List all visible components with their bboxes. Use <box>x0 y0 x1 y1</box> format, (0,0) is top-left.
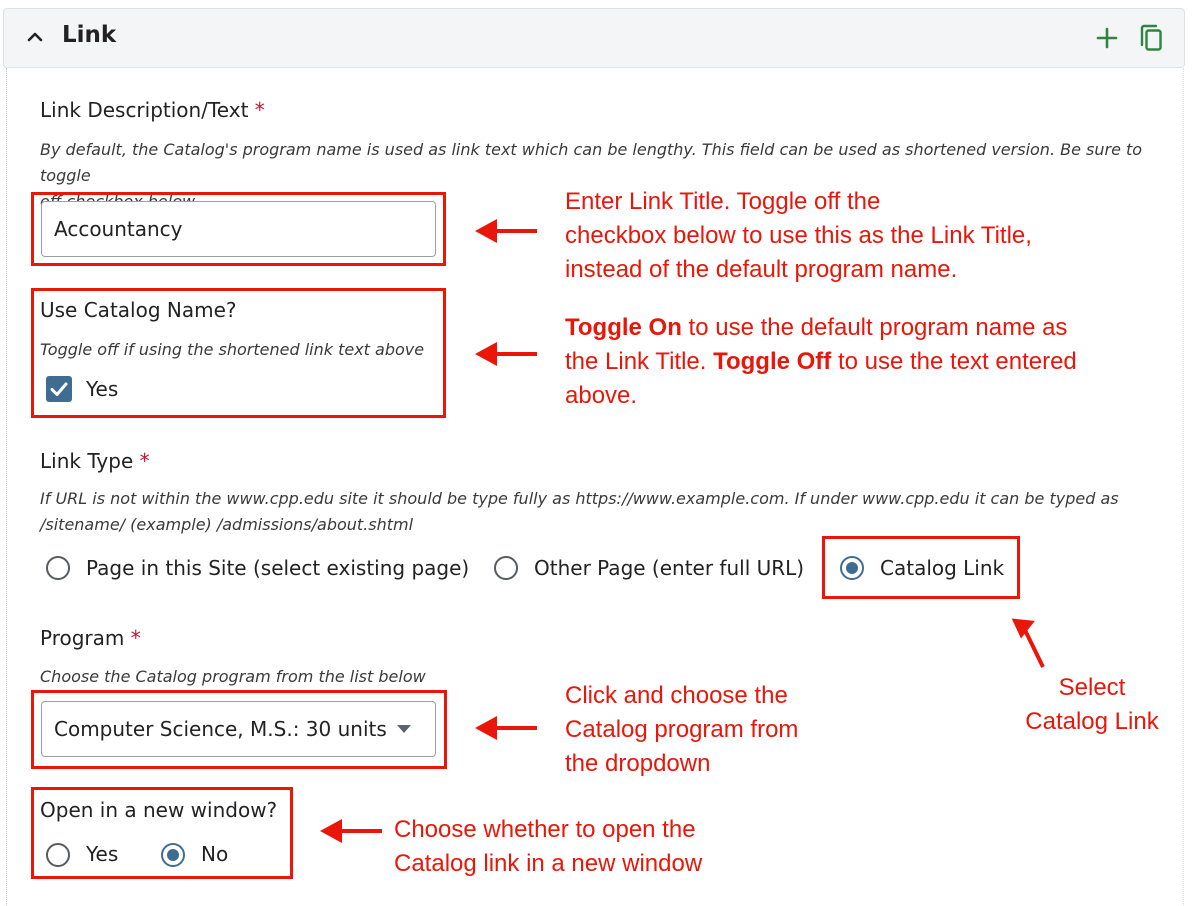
chevron-up-icon[interactable] <box>24 26 46 48</box>
use-catalog-checkbox-label[interactable]: Yes <box>86 377 118 401</box>
link-type-help-line2: /sitename/ (example) /admissions/about.s… <box>40 515 414 534</box>
link-type-help: If URL is not within the www.cpp.edu sit… <box>40 486 1190 538</box>
annotation-line: Catalog link in a new window <box>394 850 703 877</box>
annotation-text: the Link Title. <box>565 348 714 375</box>
program-select-value: Computer Science, M.S.: 30 units <box>54 717 387 741</box>
copy-icon[interactable] <box>1137 23 1165 53</box>
annotation-line: the Link Title. Toggle Off to use the te… <box>565 345 1077 379</box>
annotation-line: the dropdown <box>565 750 711 777</box>
link-type-label: Link Type * <box>40 449 150 473</box>
required-mark: * <box>130 626 141 650</box>
new-window-label: Open in a new window? <box>40 798 278 822</box>
plus-icon[interactable] <box>1094 25 1120 51</box>
annotation-line: above. <box>565 382 638 409</box>
use-catalog-help: Toggle off if using the shortened link t… <box>40 340 425 359</box>
arrow-left-icon <box>475 342 537 366</box>
radio-catalog-link-label[interactable]: Catalog Link <box>880 556 1004 580</box>
annotation-line: Toggle On to use the default program nam… <box>565 311 1077 345</box>
program-select[interactable]: Computer Science, M.S.: 30 units <box>41 701 436 757</box>
required-mark: * <box>139 449 150 473</box>
radio-other-page-label[interactable]: Other Page (enter full URL) <box>534 556 804 580</box>
annotation-line: instead of the default program name. <box>565 256 958 283</box>
section-header[interactable]: Link <box>3 8 1185 68</box>
annotation-line: Choose whether to open the <box>394 816 696 843</box>
section-left-border <box>6 68 7 906</box>
link-text-label-text: Link Description/Text <box>40 98 249 122</box>
radio-page-in-site[interactable] <box>46 556 70 580</box>
radio-new-window-yes-label[interactable]: Yes <box>86 842 118 866</box>
arrow-left-icon <box>320 819 382 843</box>
section-title: Link <box>62 22 117 48</box>
annotation-line: Catalog program from <box>565 716 799 743</box>
annotation-line: Click and choose the <box>565 682 788 709</box>
program-label: Program * <box>40 626 141 650</box>
arrow-left-icon <box>475 716 537 740</box>
caret-down-icon[interactable] <box>396 723 412 735</box>
annotation-toggle: Toggle On to use the default program nam… <box>565 311 1077 413</box>
link-type-help-line1: If URL is not within the www.cpp.edu sit… <box>40 489 1119 508</box>
radio-new-window-yes[interactable] <box>46 843 70 867</box>
required-mark: * <box>254 98 265 122</box>
link-text-input[interactable]: Accountancy <box>41 201 436 257</box>
annotation-bold: Toggle Off <box>713 348 832 375</box>
annotation-select-catalog: Select Catalog Link <box>1012 671 1172 739</box>
annotation-text: to use the text entered <box>831 348 1077 375</box>
link-text-help-line1: By default, the Catalog's program name i… <box>40 140 1143 185</box>
radio-page-in-site-label[interactable]: Page in this Site (select existing page) <box>86 556 469 580</box>
annotation-line: Enter Link Title. Toggle off the <box>565 188 881 215</box>
annotation-program: Click and choose the Catalog program fro… <box>565 679 798 781</box>
link-type-label-text: Link Type <box>40 449 134 473</box>
annotation-text: to use the default program name as <box>681 314 1068 341</box>
use-catalog-label: Use Catalog Name? <box>40 298 237 322</box>
arrow-left-icon <box>475 219 537 243</box>
radio-other-page[interactable] <box>494 556 518 580</box>
radio-new-window-no[interactable] <box>161 843 185 867</box>
radio-catalog-link[interactable] <box>840 556 864 580</box>
use-catalog-checkbox[interactable] <box>46 376 72 402</box>
annotation-line: Select <box>1058 674 1126 701</box>
program-label-text: Program <box>40 626 125 650</box>
program-help: Choose the Catalog program from the list… <box>40 667 426 686</box>
checkmark-icon <box>50 382 68 396</box>
annotation-line: Catalog Link <box>1025 708 1159 735</box>
arrow-up-icon <box>1011 618 1045 668</box>
annotation-link-title: Enter Link Title. Toggle off the checkbo… <box>565 185 1032 287</box>
annotation-bold: Toggle On <box>565 314 682 341</box>
radio-new-window-no-label[interactable]: No <box>201 842 228 866</box>
link-text-label: Link Description/Text * <box>40 98 265 122</box>
annotation-line: checkbox below to use this as the Link T… <box>565 222 1032 249</box>
annotation-new-window: Choose whether to open the Catalog link … <box>394 813 702 881</box>
